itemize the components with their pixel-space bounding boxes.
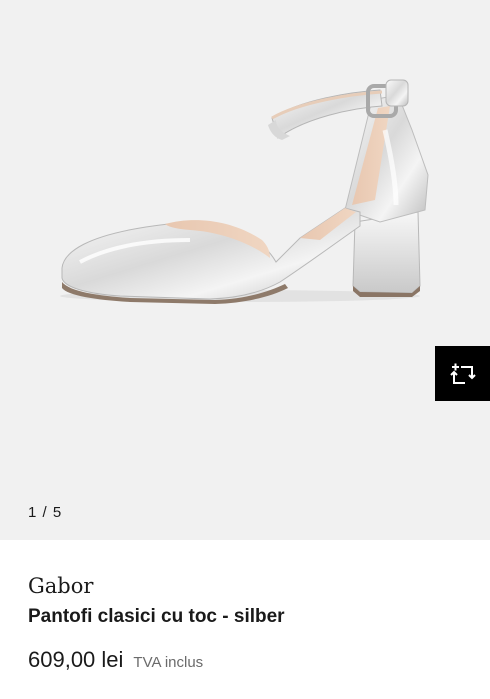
add-to-compare-icon bbox=[449, 363, 476, 384]
price-row: 609,00 lei TVA inclus bbox=[28, 647, 203, 673]
brand-name[interactable]: Gabor bbox=[28, 574, 93, 598]
product-price: 609,00 lei bbox=[28, 647, 124, 672]
vat-note: TVA inclus bbox=[133, 654, 204, 671]
product-image-gallery[interactable]: 1 / 5 bbox=[0, 0, 490, 540]
add-to-compare-button[interactable] bbox=[435, 346, 490, 401]
product-image[interactable] bbox=[0, 0, 490, 540]
product-title: Pantofi clasici cu toc - silber bbox=[28, 606, 285, 627]
image-counter: 1 / 5 bbox=[28, 504, 63, 521]
